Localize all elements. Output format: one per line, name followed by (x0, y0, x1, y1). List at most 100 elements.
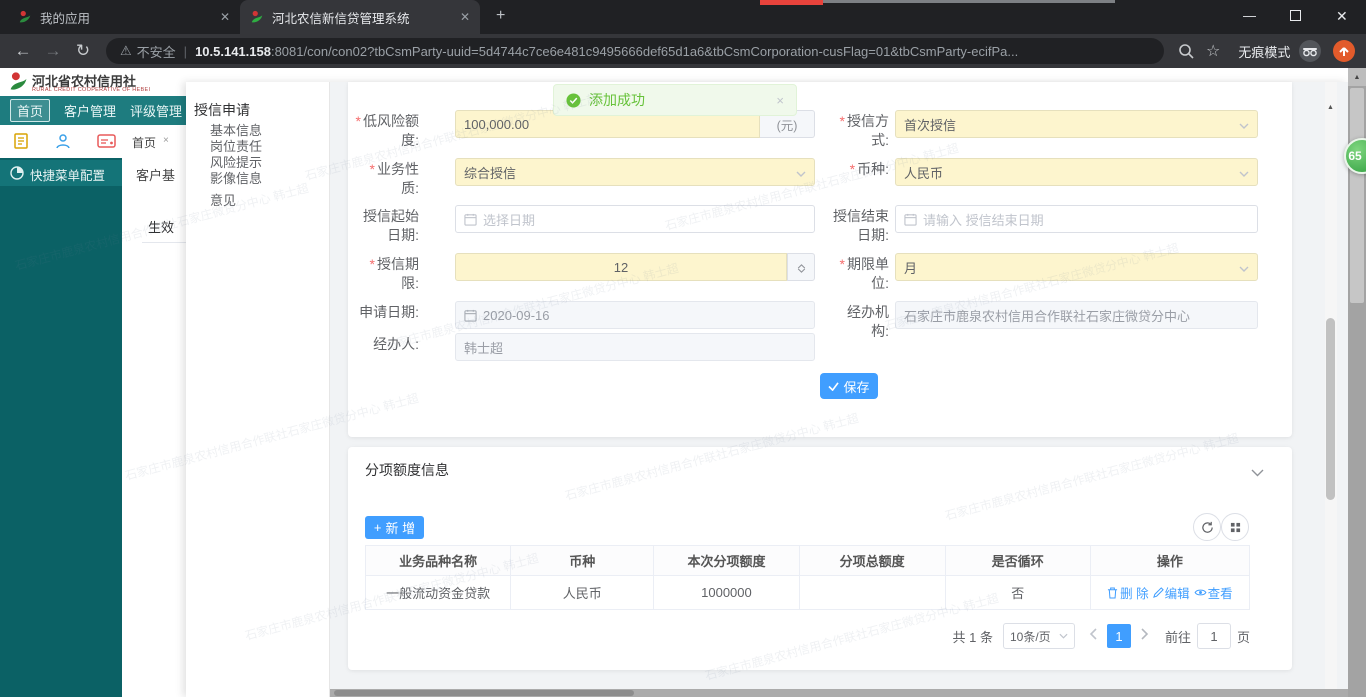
app-icon-row: 首页 × (0, 125, 186, 158)
chevron-down-icon (1239, 260, 1249, 275)
inner-vertical-scrollbar[interactable]: ▲ (1325, 82, 1337, 697)
window-maximize-button[interactable] (1290, 10, 1301, 21)
browser-tab-bar: 我的应用 ✕ 河北农信新信贷管理系统 ✕ + — ✕ (0, 0, 1366, 34)
goto-page-input[interactable]: 1 (1196, 623, 1231, 649)
modal-menu: 授信申请 基本信息 岗位责任 风险提示 影像信息 意见 (186, 82, 330, 697)
horizontal-scrollbar-thumb[interactable] (334, 690, 634, 696)
page-size-select[interactable]: 10条/页 (1002, 623, 1075, 649)
cell-total (799, 576, 946, 610)
field-label-term-unit: * 期限单位: (839, 256, 889, 291)
favicon (250, 10, 264, 24)
apply-date-input: 2020-09-16 (455, 301, 815, 329)
home-tab-close-icon[interactable]: × (163, 135, 169, 146)
biz-nature-select[interactable]: 综合授信 (455, 158, 815, 186)
profile-update-icon[interactable] (1332, 39, 1356, 63)
menu-item-opinion[interactable]: 意见 (210, 190, 236, 209)
user-icon[interactable] (54, 132, 72, 155)
view-link[interactable]: 查看 (1194, 583, 1233, 602)
column-settings-button[interactable] (1221, 513, 1249, 541)
save-button[interactable]: 保存 (820, 373, 878, 399)
next-page-button[interactable] (1141, 627, 1149, 645)
app-nav-bar: 首页 客户管理 评级管理 押品管理 (0, 96, 186, 125)
toast-close-icon[interactable]: × (776, 93, 784, 108)
incognito-icon (1298, 39, 1322, 63)
add-button[interactable]: + 新 增 (365, 516, 424, 539)
new-tab-button[interactable]: + (496, 7, 505, 25)
scroll-up-button[interactable]: ▲ (1348, 68, 1366, 86)
refresh-icon (1201, 521, 1213, 533)
window-close-button[interactable]: ✕ (1336, 8, 1348, 25)
zoom-page-icon[interactable] (1178, 43, 1194, 59)
screen: 我的应用 ✕ 河北农信新信贷管理系统 ✕ + — ✕ ← → ↻ ⚠ 不安全 |… (0, 0, 1366, 697)
success-check-icon (566, 92, 581, 108)
sub-quota-card: 分项额度信息 + 新 增 业务品种名称 币种 本次分项额度 分项总额度 是否循环 (348, 447, 1292, 670)
insecure-label: 不安全 (136, 44, 176, 60)
eye-icon (1194, 589, 1207, 596)
card-icon[interactable] (97, 133, 116, 154)
collapse-chevron-icon[interactable] (1251, 464, 1264, 482)
credit-mode-select[interactable]: 首次授信 (895, 110, 1258, 138)
back-button[interactable]: ← (8, 41, 38, 61)
term-unit-select[interactable]: 月 (895, 253, 1258, 281)
pagination: 共 1 条 10条/页 1 前往 1 页 (952, 623, 1250, 649)
success-toast: 添加成功 × (553, 84, 797, 116)
spinner-down-icon[interactable] (797, 260, 806, 278)
table-header-row: 业务品种名称 币种 本次分项额度 分项总额度 是否循环 操作 (366, 546, 1249, 576)
calendar-icon (464, 309, 477, 322)
field-label-operator: 经办人: (373, 336, 419, 352)
scroll-up-arrow[interactable]: ▲ (1327, 104, 1334, 111)
browser-tab-active[interactable]: 河北农信新信贷管理系统 ✕ (240, 0, 480, 34)
browser-tab-inactive[interactable]: 我的应用 ✕ (8, 0, 240, 34)
nav-item-rating[interactable]: 评级管理 (130, 101, 182, 120)
required-asterisk: * (355, 113, 361, 129)
nav-item-customer[interactable]: 客户管理 (64, 101, 116, 120)
credit-end-date-input[interactable]: 请输入 授信结束日期 (895, 205, 1258, 233)
reload-button[interactable]: ↻ (68, 41, 98, 61)
pagination-total: 共 1 条 (952, 629, 993, 645)
field-label-end-date: 授信结束日期: (833, 208, 889, 243)
window-minimize-button[interactable]: — (1243, 8, 1256, 23)
horizontal-scrollbar[interactable] (330, 689, 1348, 697)
field-label-term: * 授信期限: (369, 256, 419, 291)
sub-quota-table: 业务品种名称 币种 本次分项额度 分项总额度 是否循环 操作 一般流动资金贷款 … (365, 545, 1250, 610)
score-badge-value: 65 (1348, 149, 1362, 163)
field-label-start-date: 授信起始日期: (363, 208, 419, 243)
delete-link[interactable]: 删 除 (1107, 583, 1149, 602)
refresh-button[interactable] (1193, 513, 1221, 541)
app-logo-subtitle: RURAL CREDIT COOPERATIVE OF HEBEI (32, 87, 151, 93)
prev-page-button[interactable] (1089, 627, 1097, 645)
toast-message: 添加成功 (589, 92, 645, 108)
chevron-down-icon (1239, 165, 1249, 180)
credit-term-input[interactable]: 12 (455, 253, 787, 281)
home-tab[interactable]: 首页 (132, 134, 156, 151)
field-label-currency: * 币种: (849, 161, 889, 177)
currency-select[interactable]: 人民币 (895, 158, 1258, 186)
bookmark-star-icon[interactable]: ☆ (1206, 41, 1220, 61)
edit-link[interactable]: 编辑 (1152, 583, 1190, 602)
nav-item-home[interactable]: 首页 (10, 99, 51, 122)
col-header-operation: 操作 (1090, 546, 1249, 576)
page-number-button[interactable]: 1 (1106, 624, 1131, 648)
forward-button[interactable]: → (38, 41, 68, 61)
url-field[interactable]: ⚠ 不安全 | 10.5.141.158 :8081/con/con02?tbC… (106, 38, 1164, 64)
section-title: 分项额度信息 (365, 462, 449, 478)
field-label-apply-date: 申请日期: (359, 304, 419, 320)
menu-item-image-info[interactable]: 影像信息 (210, 168, 262, 187)
cell-revolving: 否 (945, 576, 1091, 610)
check-icon (828, 381, 840, 391)
inner-scrollbar-thumb[interactable] (1326, 318, 1335, 500)
col-header-amount: 本次分项额度 (654, 546, 800, 576)
background-tab-effective[interactable]: 生效 (148, 217, 174, 236)
tab-title: 我的应用 (40, 11, 91, 26)
calendar-icon (464, 213, 477, 226)
field-label-credit-mode: * 授信方式: (839, 113, 889, 148)
credit-start-date-input[interactable]: 选择日期 (455, 205, 815, 233)
tab-close-icon[interactable]: ✕ (220, 10, 230, 24)
document-icon[interactable] (12, 132, 30, 155)
app-logo-icon (8, 71, 29, 97)
number-spinner[interactable] (787, 253, 815, 281)
menu-group-label: 授信申请 (194, 102, 250, 118)
tab-close-icon[interactable]: ✕ (460, 10, 470, 24)
window-scrollbar-thumb[interactable] (1350, 88, 1364, 303)
sidebar-item-quick-menu[interactable]: 快捷菜单配置 (0, 160, 122, 186)
